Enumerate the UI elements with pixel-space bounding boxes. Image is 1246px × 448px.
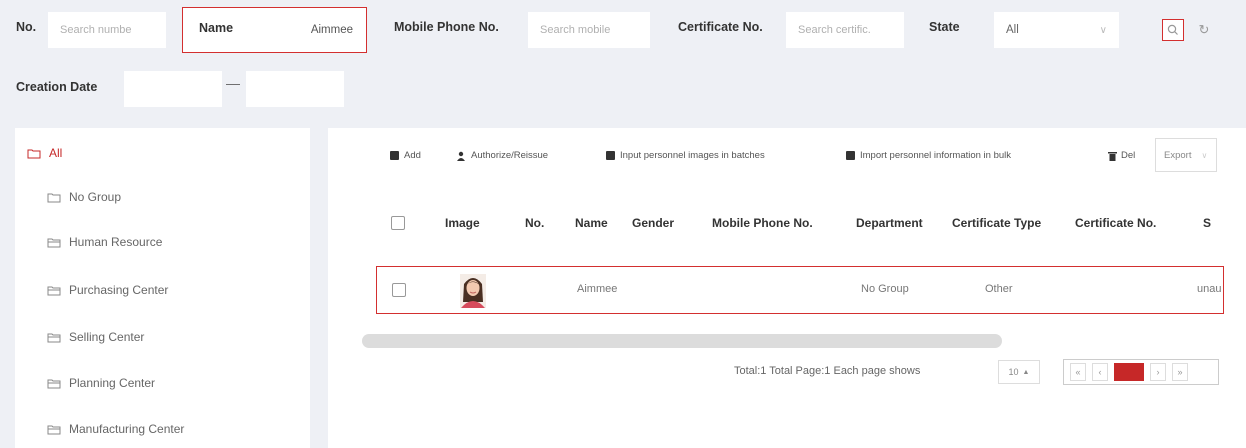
- input-images-label: Input personnel images in batches: [620, 150, 765, 161]
- tree-item-purchasing-center[interactable]: Purchasing Center: [47, 283, 168, 297]
- creation-date-end-input[interactable]: [246, 71, 344, 107]
- tree-item-label: No Group: [69, 190, 122, 204]
- page-size-value: 10: [1008, 367, 1019, 377]
- tree-item-no-group[interactable]: No Group: [47, 190, 121, 204]
- no-label: No.: [16, 20, 37, 34]
- input-images-button[interactable]: Input personnel images in batches: [606, 150, 765, 161]
- tree-item-label: Planning Center: [69, 376, 156, 390]
- chevron-down-icon: ∨: [1099, 24, 1107, 36]
- folder-icon: [47, 286, 61, 295]
- tree-item-label: Purchasing Center: [69, 283, 169, 297]
- column-header: No.: [525, 216, 545, 230]
- add-button[interactable]: Add: [390, 150, 421, 161]
- tree-item-label: Manufacturing Center: [69, 422, 185, 436]
- column-header: Department: [856, 216, 923, 230]
- pagination-controls: « ‹ 1 › »: [1063, 359, 1219, 385]
- mobile-label: Mobile Phone No.: [394, 20, 499, 34]
- row-state: unau: [1197, 283, 1222, 295]
- state-selected-value: All: [1006, 24, 1019, 36]
- table-row[interactable]: Aimmee No Group Other unau: [376, 266, 1224, 314]
- last-page-button[interactable]: »: [1172, 363, 1188, 381]
- tree-item-planning-center[interactable]: Planning Center: [47, 376, 155, 390]
- column-header: Name: [575, 216, 608, 230]
- column-header: Image: [445, 216, 480, 230]
- column-header: S: [1203, 216, 1212, 230]
- tree-item-label: Human Resource: [69, 235, 163, 249]
- tree-item-selling-center[interactable]: Selling Center: [47, 330, 144, 344]
- tree-item-human-resource[interactable]: Human Resource: [47, 235, 162, 249]
- chevron-down-icon: ∨: [1201, 150, 1208, 160]
- image-icon: [606, 151, 615, 160]
- horizontal-scrollbar[interactable]: [362, 334, 1002, 348]
- state-select[interactable]: All ∨: [994, 12, 1119, 48]
- certificate-search-input[interactable]: [786, 12, 904, 48]
- search-button[interactable]: [1162, 19, 1184, 41]
- export-label: Export: [1164, 149, 1192, 161]
- row-certificate-type: Other: [985, 283, 1013, 295]
- table-header: Image No. Name Gender Mobile Phone No. D…: [368, 208, 1246, 238]
- date-separator: —: [226, 75, 240, 91]
- column-header: Mobile Phone No.: [712, 216, 813, 230]
- row-name: Aimmee: [577, 283, 618, 295]
- state-label: State: [929, 20, 960, 34]
- row-checkbox[interactable]: [392, 283, 406, 297]
- certificate-label: Certificate No.: [678, 20, 763, 34]
- prev-page-button[interactable]: ‹: [1092, 363, 1108, 381]
- column-header: Certificate Type: [952, 216, 1042, 230]
- tree-item-label: Selling Center: [69, 330, 145, 344]
- person-avatar: [460, 274, 486, 308]
- name-label: Name: [199, 21, 234, 35]
- pagination-summary: Total:1 Total Page:1 Each page shows: [734, 358, 920, 384]
- folder-icon: [47, 193, 61, 202]
- authorize-button-label: Authorize/Reissue: [471, 150, 549, 161]
- import-info-button[interactable]: Import personnel information in bulk: [846, 150, 1011, 161]
- mobile-search-input[interactable]: [528, 12, 650, 48]
- tree-item-label: All: [49, 146, 63, 160]
- reset-button[interactable]: ↻: [1194, 20, 1214, 40]
- folder-icon: [27, 149, 41, 158]
- row-department: No Group: [861, 283, 909, 295]
- tree-item-manufacturing-center[interactable]: Manufacturing Center: [47, 422, 184, 436]
- import-info-label: Import personnel information in bulk: [860, 150, 1012, 161]
- creation-date-start-input[interactable]: [124, 71, 222, 107]
- person-icon: [457, 151, 465, 161]
- next-page-button[interactable]: ›: [1150, 363, 1166, 381]
- person-list-panel: Add Authorize/Reissue Input personnel im…: [328, 128, 1246, 448]
- folder-icon: [47, 425, 61, 434]
- select-all-checkbox[interactable]: [391, 216, 405, 230]
- folder-icon: [47, 379, 61, 388]
- page-size-select[interactable]: 10 ▲: [998, 360, 1040, 384]
- export-dropdown[interactable]: Export ∨: [1155, 138, 1217, 172]
- import-icon: [846, 151, 855, 160]
- column-header: Gender: [632, 216, 675, 230]
- current-page-number: 1: [1126, 367, 1132, 377]
- page-button-current[interactable]: 1: [1114, 363, 1144, 381]
- delete-button-label: Del: [1121, 150, 1136, 161]
- folder-icon: [47, 238, 61, 247]
- trash-icon: [1108, 151, 1117, 161]
- add-button-label: Add: [404, 150, 421, 161]
- delete-button[interactable]: Del: [1108, 150, 1135, 161]
- name-search-input[interactable]: [245, 13, 363, 47]
- group-tree: All No Group Human Resource Purchasing C…: [15, 128, 310, 448]
- tree-item-all[interactable]: All: [27, 146, 62, 160]
- creation-date-label: Creation Date: [16, 80, 98, 94]
- no-search-input[interactable]: [48, 12, 166, 48]
- caret-up-icon: ▲: [1022, 368, 1030, 376]
- folder-icon: [47, 333, 61, 342]
- column-header: Certificate No.: [1075, 216, 1157, 230]
- refresh-icon: ↻: [1198, 22, 1210, 37]
- authorize-reissue-button[interactable]: Authorize/Reissue: [456, 150, 548, 161]
- pagination-summary-text: Total:1 Total Page:1 Each page shows: [734, 365, 921, 377]
- search-icon: [1167, 24, 1178, 35]
- add-icon: [390, 151, 399, 160]
- filter-area: No. Name Mobile Phone No. Certificate No…: [0, 0, 1246, 118]
- first-page-button[interactable]: «: [1070, 363, 1086, 381]
- name-filter-box: Name: [182, 7, 367, 53]
